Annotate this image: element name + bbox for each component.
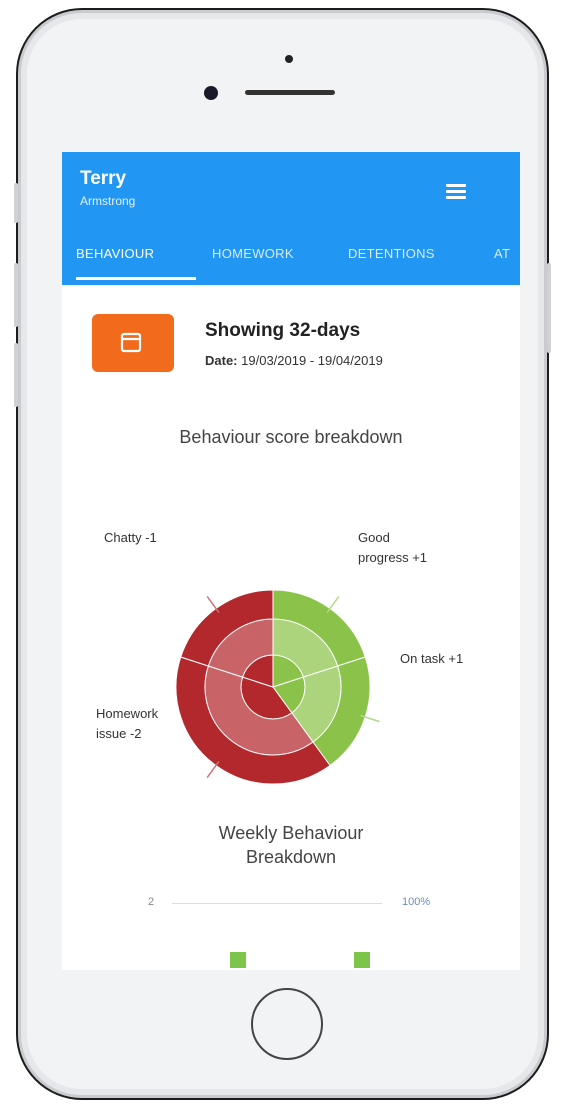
date-label: Date: — [205, 353, 238, 368]
side-button — [14, 183, 18, 223]
volume-down-button — [14, 343, 18, 407]
student-last-name: Armstrong — [80, 194, 136, 208]
hamburger-menu-icon[interactable] — [446, 184, 466, 200]
earpiece-speaker — [245, 90, 335, 95]
home-button[interactable] — [251, 988, 323, 1060]
weekly-axis-max: 100% — [402, 896, 431, 908]
label-good-progress-line2: progress +1 — [358, 550, 428, 565]
label-homework-line2: issue -2 — [96, 726, 142, 741]
front-camera — [204, 86, 218, 100]
weekly-chart-title-line1: Weekly Behaviour — [218, 823, 364, 843]
app-bar: Terry Armstrong BEHAVIOUR HOMEWORK DETEN… — [62, 152, 520, 285]
label-good-progress-line1: Good — [358, 530, 390, 545]
volume-up-button — [14, 263, 18, 327]
app-screen: Terry Armstrong BEHAVIOUR HOMEWORK DETEN… — [62, 152, 520, 970]
date-range-row: Date: 19/03/2019 - 19/04/2019 — [205, 353, 383, 368]
student-first-name: Terry — [80, 168, 127, 189]
tab-detentions[interactable]: DETENTIONS — [348, 246, 435, 261]
weekly-chart-title-line2: Breakdown — [245, 847, 337, 867]
calendar-icon — [120, 332, 142, 353]
weekly-axis-line — [172, 903, 382, 904]
sensor-dot — [285, 55, 293, 63]
date-picker-button[interactable] — [92, 314, 174, 372]
date-range: 19/03/2019 - 19/04/2019 — [241, 353, 383, 368]
power-button — [547, 263, 551, 353]
weekly-bar — [354, 952, 370, 968]
tab-behaviour[interactable]: BEHAVIOUR — [76, 246, 154, 261]
weekly-bar — [230, 952, 246, 968]
breakdown-chart-title: Behaviour score breakdown — [179, 427, 403, 447]
label-chatty: Chatty -1 — [104, 530, 157, 545]
tab-homework[interactable]: HOMEWORK — [212, 246, 294, 261]
weekly-axis-min: 2 — [148, 896, 155, 908]
label-on-task: On task +1 — [400, 651, 464, 666]
tab-bar: BEHAVIOUR HOMEWORK DETENTIONS AT — [62, 238, 520, 280]
active-tab-indicator — [76, 277, 196, 280]
showing-period: Showing 32-days — [205, 320, 361, 341]
tab-attendance[interactable]: AT — [494, 246, 510, 261]
label-homework-line1: Homework — [96, 706, 159, 721]
